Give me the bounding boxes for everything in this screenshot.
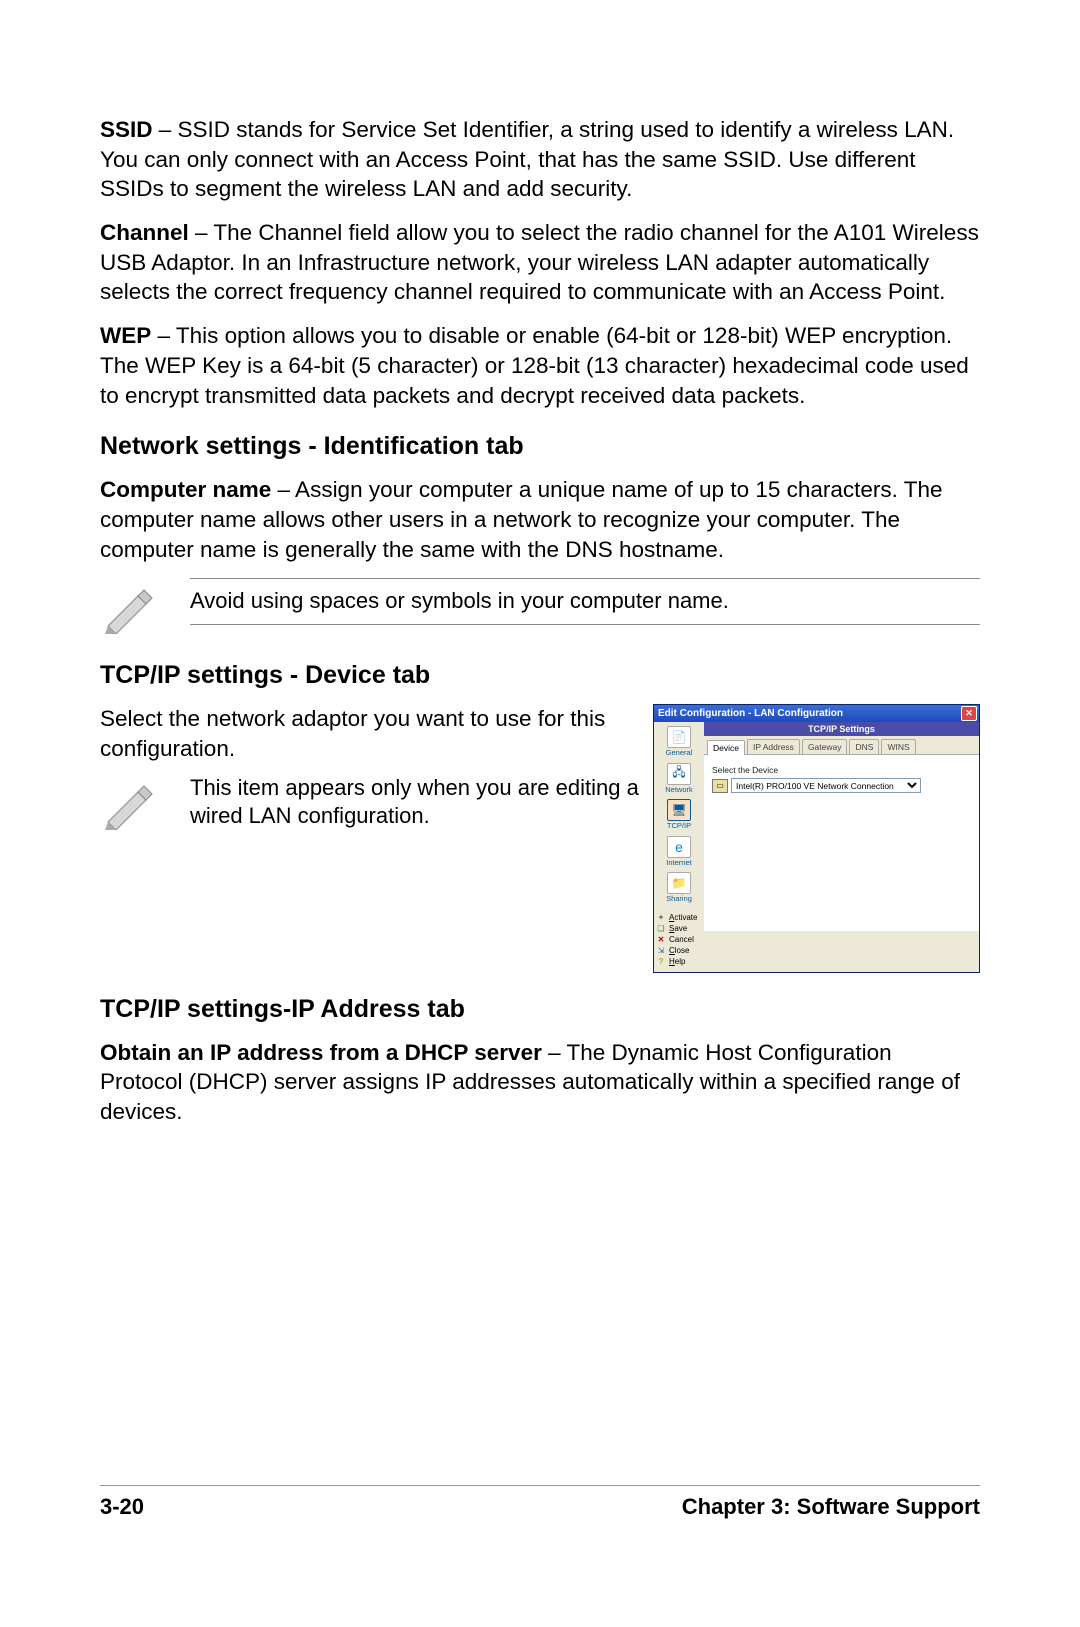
close-icon[interactable]: ✕ <box>961 706 977 721</box>
tab-gateway[interactable]: Gateway <box>802 739 848 754</box>
sidebar-item-tcpip[interactable]: 🖥 TCP/IP <box>667 799 691 830</box>
pencil-icon <box>100 774 190 835</box>
identification-heading: Network settings - Identification tab <box>100 432 980 461</box>
close-action[interactable]: ⇲Close <box>656 946 702 955</box>
sidebar-item-internet[interactable]: e Internet <box>666 836 691 867</box>
panel-header: TCP/IP Settings <box>704 722 979 736</box>
pencil-icon <box>100 578 190 639</box>
dialog-title: Edit Configuration - LAN Configuration <box>658 708 843 719</box>
wep-paragraph: WEP – This option allows you to disable … <box>100 321 980 410</box>
tab-wins[interactable]: WINS <box>881 739 915 754</box>
tcpip-device-intro: Select the network adaptor you want to u… <box>100 704 645 763</box>
note-computer-name: Avoid using spaces or symbols in your co… <box>100 578 980 639</box>
note-device-tab: This item appears only when you are edit… <box>100 774 645 835</box>
sidebar-item-sharing[interactable]: 📁 Sharing <box>666 872 692 903</box>
computer-name-term: Computer name <box>100 477 271 502</box>
tcpip-device-heading: TCP/IP settings - Device tab <box>100 661 980 690</box>
dhcp-term: Obtain an IP address from a DHCP server <box>100 1040 542 1065</box>
activate-icon: ✦ <box>656 913 666 922</box>
note-text-2: This item appears only when you are edit… <box>190 774 645 831</box>
dhcp-paragraph: Obtain an IP address from a DHCP server … <box>100 1038 980 1127</box>
channel-term: Channel <box>100 220 189 245</box>
help-action[interactable]: ?Help <box>656 957 702 966</box>
network-icon: 🖧 <box>667 763 691 785</box>
internet-icon: e <box>667 836 691 858</box>
cancel-action[interactable]: ✕Cancel <box>656 935 702 944</box>
sidebar-item-general[interactable]: 📄 General <box>666 726 693 757</box>
save-action[interactable]: ❏Save <box>656 924 702 933</box>
channel-paragraph: Channel – The Channel field allow you to… <box>100 218 980 307</box>
tcpip-icon: 🖥 <box>667 799 691 821</box>
wep-term: WEP <box>100 323 151 348</box>
channel-body: – The Channel field allow you to select … <box>100 220 979 304</box>
close-action-icon: ⇲ <box>656 946 666 955</box>
tab-device[interactable]: Device <box>707 740 745 755</box>
sharing-icon: 📁 <box>667 872 691 894</box>
tab-ip-address[interactable]: IP Address <box>747 739 800 754</box>
page-number: 3-20 <box>100 1494 144 1520</box>
dialog-title-bar: Edit Configuration - LAN Configuration ✕ <box>654 705 979 722</box>
select-device-label: Select the Device <box>712 765 971 775</box>
page-footer: 3-20 Chapter 3: Software Support <box>100 1485 980 1520</box>
tcpip-ip-heading: TCP/IP settings-IP Address tab <box>100 995 980 1024</box>
device-dropdown[interactable]: Intel(R) PRO/100 VE Network Connection <box>731 778 921 793</box>
sidebar-item-network[interactable]: 🖧 Network <box>665 763 693 794</box>
ssid-paragraph: SSID – SSID stands for Service Set Ident… <box>100 115 980 204</box>
dialog-tabs: Device IP Address Gateway DNS WINS <box>704 736 979 755</box>
ssid-body: – SSID stands for Service Set Identifier… <box>100 117 954 201</box>
tab-dns[interactable]: DNS <box>849 739 879 754</box>
nic-icon: ▭ <box>712 779 728 793</box>
chapter-title: Chapter 3: Software Support <box>682 1494 980 1520</box>
dialog-sidebar: 📄 General 🖧 Network 🖥 TCP/IP e <box>654 722 704 972</box>
general-icon: 📄 <box>667 726 691 748</box>
help-icon: ? <box>656 957 666 966</box>
ssid-term: SSID <box>100 117 153 142</box>
save-icon: ❏ <box>656 924 666 933</box>
wep-body: – This option allows you to disable or e… <box>100 323 969 407</box>
cancel-icon: ✕ <box>656 935 666 944</box>
edit-configuration-dialog: Edit Configuration - LAN Configuration ✕… <box>653 704 980 973</box>
computer-name-paragraph: Computer name – Assign your computer a u… <box>100 475 980 564</box>
note-text-1: Avoid using spaces or symbols in your co… <box>190 587 980 616</box>
activate-action[interactable]: ✦Activate <box>656 913 702 922</box>
